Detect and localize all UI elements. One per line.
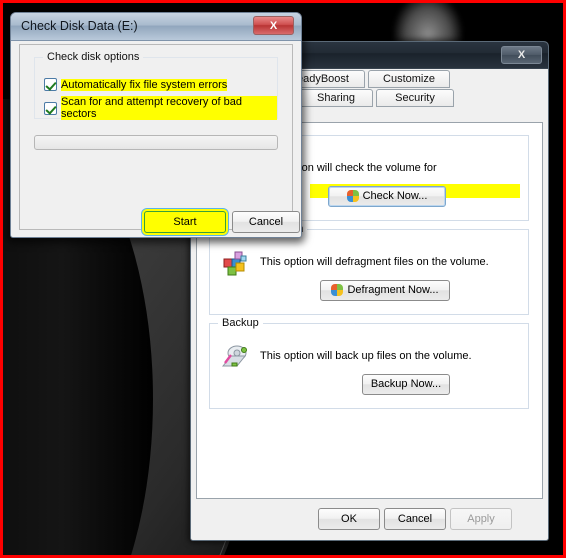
checkbox-row-scan-bad-sectors[interactable]: Scan for and attempt recovery of bad sec… xyxy=(44,96,277,120)
backup-icon xyxy=(220,342,250,372)
apply-button: Apply xyxy=(450,508,512,530)
defragment-now-button[interactable]: Defragment Now... xyxy=(320,280,450,301)
tab-sharing[interactable]: Sharing xyxy=(299,89,373,107)
backup-description: This option will back up files on the vo… xyxy=(260,350,472,362)
checkbox-scan-bad-sectors-label: Scan for and attempt recovery of bad sec… xyxy=(61,96,277,120)
check-disk-options-title: Check disk options xyxy=(43,51,144,63)
check-disk-body: Check disk options Automatically fix fil… xyxy=(19,44,300,233)
checkbox-row-fix-errors[interactable]: Automatically fix file system errors xyxy=(44,78,228,91)
defragment-now-label: Defragment Now... xyxy=(347,284,439,296)
tab-security[interactable]: Security xyxy=(376,89,454,107)
check-disk-options-group: Check disk options Automatically fix fil… xyxy=(34,51,278,120)
shield-icon xyxy=(331,284,344,297)
start-button[interactable]: Start xyxy=(144,211,226,233)
checkbox-scan-bad-sectors[interactable] xyxy=(44,101,57,115)
check-disk-title: Check Disk Data (E:) xyxy=(21,19,138,33)
tab-customize[interactable]: Customize xyxy=(368,70,450,88)
defragmentation-group: Defragmentation This option will defragm… xyxy=(209,223,529,315)
check-disk-cancel-button[interactable]: Cancel xyxy=(232,211,300,233)
shield-icon xyxy=(346,190,360,203)
ok-button[interactable]: OK xyxy=(318,508,380,530)
check-disk-progress-bar xyxy=(34,135,278,150)
backup-group-title: Backup xyxy=(218,317,263,329)
close-icon[interactable]: X xyxy=(253,16,294,35)
check-disk-dialog[interactable]: Check Disk Data (E:) X Check disk option… xyxy=(10,12,302,238)
check-now-label: Check Now... xyxy=(362,190,428,202)
check-disk-title-bar[interactable]: Check Disk Data (E:) X xyxy=(11,13,301,41)
properties-footer: OK Cancel Apply xyxy=(196,503,543,535)
checkbox-fix-errors-label: Automatically fix file system errors xyxy=(61,78,228,91)
cancel-button[interactable]: Cancel xyxy=(384,508,446,530)
checkbox-fix-errors[interactable] xyxy=(44,78,57,91)
backup-group: Backup This option will back up files on… xyxy=(209,317,529,409)
defragment-icon xyxy=(220,248,250,278)
backup-now-button[interactable]: Backup Now... xyxy=(362,374,450,395)
check-now-button[interactable]: Check Now... xyxy=(328,186,446,207)
close-icon[interactable]: X xyxy=(501,46,542,64)
defragmentation-description: This option will defragment files on the… xyxy=(260,256,489,268)
